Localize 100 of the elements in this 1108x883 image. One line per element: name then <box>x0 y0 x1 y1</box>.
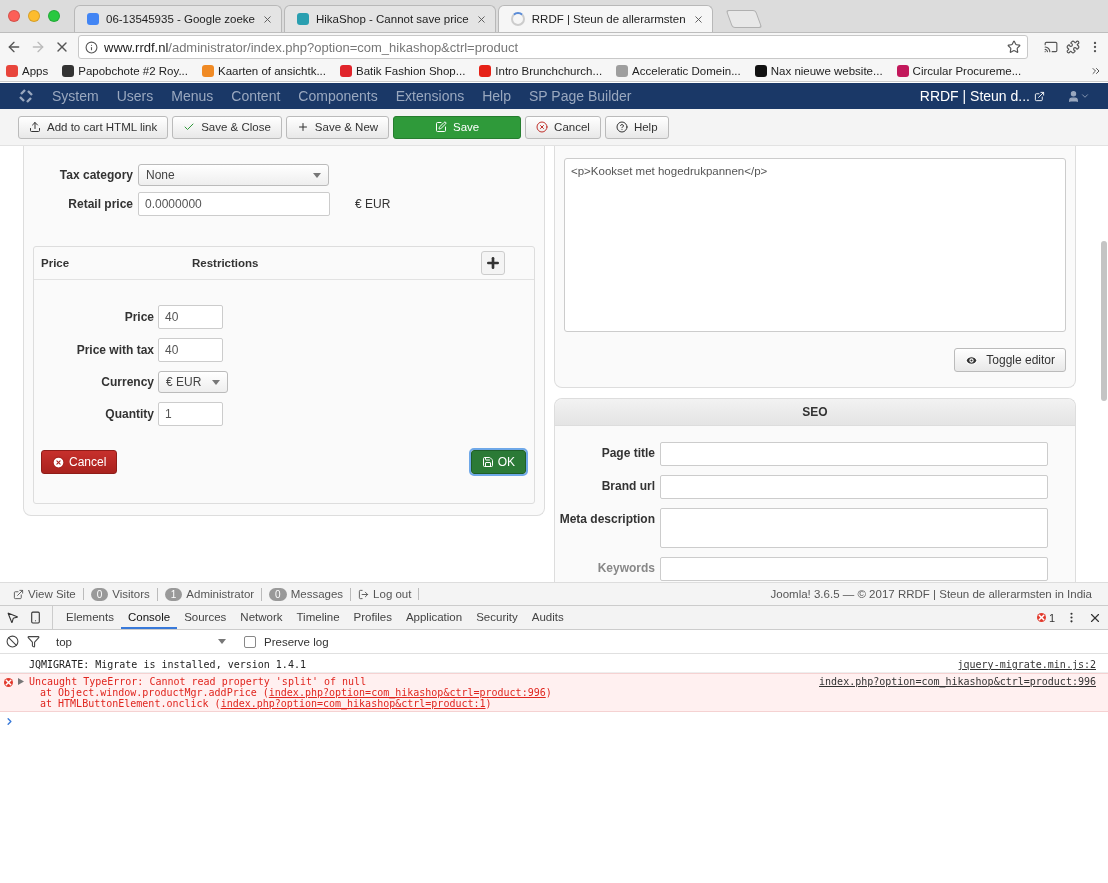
input-field[interactable] <box>660 557 1048 581</box>
user-icon[interactable] <box>1067 89 1090 103</box>
panel-title: SEO <box>555 399 1075 426</box>
close-icon[interactable] <box>475 13 487 25</box>
add-button[interactable] <box>481 251 505 275</box>
source-link[interactable]: index.php?option=com_hikashop&ctrl=product:1 <box>220 698 486 709</box>
bookmark[interactable]: Papobchote #2 Roy... <box>62 65 188 77</box>
field-label: Keywords <box>596 560 655 575</box>
source-link[interactable]: index.php?option=com_hikashop&ctrl=product:996 <box>268 687 546 698</box>
puzzle-icon[interactable] <box>1066 40 1080 54</box>
stack-line: at Object.window.productMgr.addPrice (index.php?option=com_hikashop&ctrl=product:996) <box>40 687 553 698</box>
scrollbar[interactable] <box>1101 241 1107 401</box>
tax-category-select[interactable]: None <box>138 164 329 186</box>
devtools-tab[interactable]: Security <box>469 606 525 629</box>
textarea-field[interactable] <box>660 508 1048 548</box>
console-message: Uncaught TypeError: Cannot read property 'split' of null <box>29 676 367 687</box>
toolbar-button[interactable]: Save & Close <box>172 115 282 139</box>
menu-item[interactable]: Content <box>231 88 281 104</box>
devtools-tab[interactable]: Timeline <box>289 606 347 629</box>
field-label: Price with tax <box>75 343 154 357</box>
close-icon[interactable] <box>262 13 273 25</box>
source-link[interactable]: index.php?option=com_hikashop&ctrl=product:996 <box>819 676 1096 709</box>
browser-tab[interactable]: RRDF | Steun de allerarmsten <box>497 5 713 32</box>
device-icon[interactable] <box>29 611 42 624</box>
context-select[interactable]: top <box>48 635 226 648</box>
status-link[interactable]: 1 Administrator <box>157 587 263 601</box>
expand-icon[interactable] <box>18 678 24 685</box>
browser-tab[interactable]: HikaShop - Cannot save price <box>284 5 496 32</box>
menu-item[interactable]: System <box>52 88 99 104</box>
x-circle-icon <box>52 455 65 469</box>
toolbar-button[interactable]: Help <box>604 115 669 139</box>
text-input[interactable]: 40 <box>158 338 223 362</box>
devtools-tab[interactable]: Network <box>233 606 290 629</box>
bookmark[interactable]: Apps <box>6 65 49 77</box>
menu-item[interactable]: Extensions <box>395 88 465 104</box>
field-label: Meta description <box>558 511 655 526</box>
checkbox[interactable] <box>244 635 256 648</box>
menu-item[interactable]: Components <box>298 88 378 104</box>
joomla-logo-icon[interactable] <box>18 88 34 104</box>
close-icon[interactable] <box>692 13 704 25</box>
status-link[interactable]: 0 Visitors <box>83 587 158 601</box>
chevrons-icon[interactable] <box>1090 65 1102 77</box>
input-field[interactable] <box>660 442 1048 466</box>
retail-price-input[interactable]: 0.0000000 <box>138 192 330 216</box>
ok-button[interactable]: OK <box>470 450 526 474</box>
site-link[interactable]: RRDF | Steun d... <box>919 88 1045 104</box>
back-icon[interactable] <box>6 39 22 55</box>
star-icon[interactable] <box>1007 40 1021 54</box>
filter-icon[interactable] <box>27 635 40 648</box>
field-label: Tax category <box>58 168 133 182</box>
menu-item[interactable]: Users <box>116 88 154 104</box>
source-link[interactable]: jquery-migrate.min.js:2 <box>957 659 1096 670</box>
description-textarea[interactable]: <p>Kookset met hogedrukpannen</p> <box>564 158 1066 332</box>
bookmark[interactable]: Kaarten of ansichtk... <box>201 65 326 77</box>
devtools-tab[interactable]: Elements <box>59 606 121 629</box>
menu-item[interactable]: Menus <box>171 88 214 104</box>
toolbar-button[interactable]: Save <box>393 115 522 139</box>
bookmark[interactable]: Circular Procureme... <box>896 65 1022 77</box>
status-link[interactable]: Log out <box>351 588 420 600</box>
bookmark[interactable]: Intro Brunchchurch... <box>479 65 603 77</box>
toolbar-button[interactable]: Save & New <box>285 115 390 139</box>
currency-label: € EUR <box>355 197 391 211</box>
info-icon[interactable] <box>85 40 98 54</box>
count-badge: 1 <box>164 587 183 601</box>
cancel-button[interactable]: Cancel <box>41 450 118 474</box>
currency-select[interactable]: € EUR <box>158 371 228 393</box>
console-message: JQMIGRATE: Migrate is installed, version 1.4.1 <box>29 659 306 670</box>
checkbox-label: Preserve log <box>264 635 329 648</box>
prompt-icon[interactable] <box>4 716 15 727</box>
menu-item[interactable]: SP Page Builder <box>529 88 632 104</box>
toolbar-button[interactable]: Add to cart HTML link <box>18 115 169 139</box>
bookmark[interactable]: Nax nieuwe website... <box>754 65 883 77</box>
field-label: Price <box>123 310 154 324</box>
browser-tab[interactable]: 06-13545935 - Google zoeke <box>74 5 282 32</box>
devtools-tab[interactable]: Sources <box>177 606 234 629</box>
spinner-icon <box>510 12 525 26</box>
input-field[interactable] <box>660 475 1048 499</box>
toolbar-button[interactable]: Cancel <box>525 115 601 139</box>
error-count[interactable]: 1 <box>1036 611 1055 624</box>
cast-icon[interactable] <box>1044 40 1058 54</box>
plus-icon <box>485 255 501 271</box>
status-link[interactable]: View Site <box>6 588 84 600</box>
field-label: Retail price <box>67 197 133 211</box>
external-link-icon <box>1034 90 1045 102</box>
toggle-editor-button[interactable]: Toggle editor <box>954 348 1066 372</box>
bookmark[interactable]: Acceleratic Domein... <box>616 65 741 77</box>
devtools-tab[interactable]: Profiles <box>346 606 399 629</box>
devtools-tab[interactable]: Console <box>120 606 178 629</box>
text-input[interactable]: 40 <box>158 305 223 329</box>
devtools-tab[interactable]: Audits <box>524 606 571 629</box>
bookmark[interactable]: Batik Fashion Shop... <box>340 65 466 77</box>
field-label: Quantity <box>104 407 154 421</box>
status-link[interactable]: 0 Messages <box>262 587 352 601</box>
menu-item[interactable]: Help <box>482 88 511 104</box>
field-label: Brand url <box>600 478 655 493</box>
text-input[interactable]: 1 <box>158 402 223 426</box>
address-bar[interactable]: www.rrdf.nl/administrator/index.php?option=com_hikashop&ctrl=product <box>78 35 1028 59</box>
devtools-tab[interactable]: Application <box>398 606 470 629</box>
clear-icon[interactable] <box>6 635 19 648</box>
inspect-icon[interactable] <box>6 611 19 624</box>
